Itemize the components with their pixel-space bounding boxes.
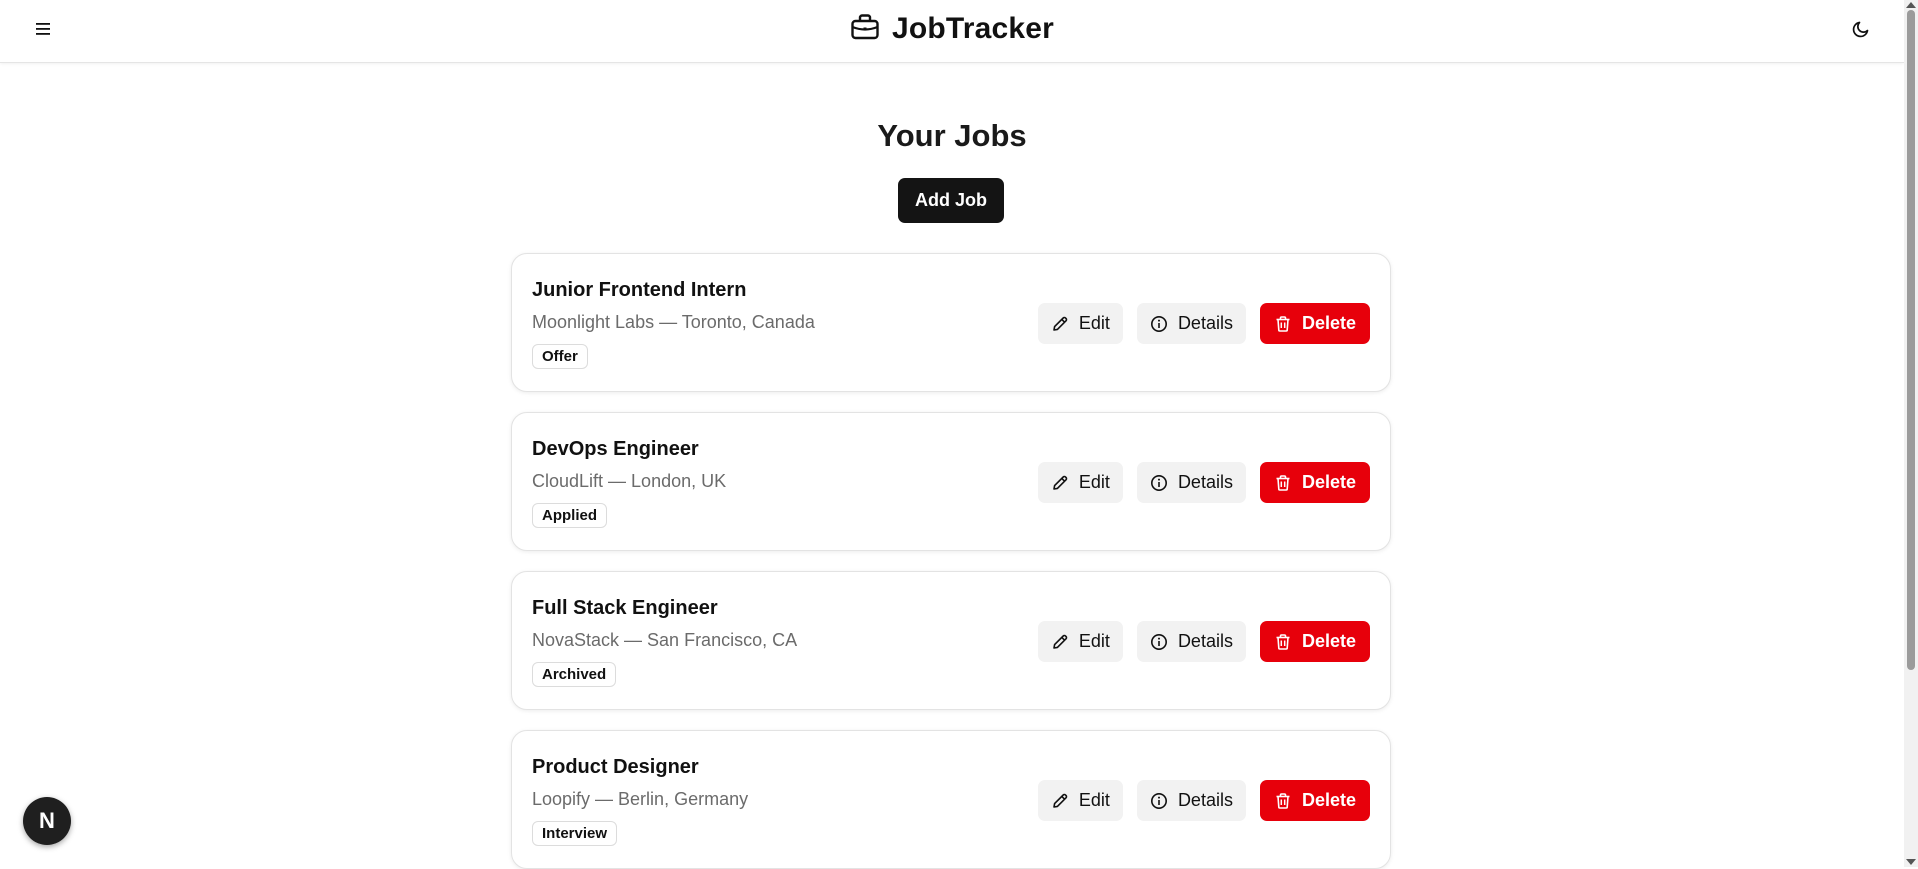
job-actions: Edit Details Delete [1037,780,1370,821]
trash-icon [1274,315,1292,333]
app-title: JobTracker [891,12,1055,45]
edit-label: Edit [1078,631,1110,651]
edit-button[interactable]: Edit [1037,462,1123,503]
details-button[interactable]: Details [1136,780,1246,821]
scrollbar-thumb[interactable] [1907,10,1915,670]
details-button[interactable]: Details [1136,303,1246,344]
delete-label: Delete [1301,631,1356,651]
top-navigation-bar: JobTracker [0,0,1904,63]
page-title: Your Jobs [877,118,1027,153]
info-icon [1150,792,1168,810]
details-label: Details [1177,631,1233,651]
scroll-up-arrow-icon[interactable] [1906,2,1916,8]
job-card: Full Stack Engineer NovaStack — San Fran… [511,571,1391,710]
details-label: Details [1177,472,1233,492]
details-label: Details [1177,313,1233,333]
job-title: DevOps Engineer [532,438,699,460]
details-label: Details [1177,790,1233,810]
details-button[interactable]: Details [1136,462,1246,503]
edit-label: Edit [1078,472,1110,492]
pencil-icon [1051,633,1069,651]
status-badge: Archived [532,662,617,687]
pencil-icon [1051,792,1069,810]
job-actions: Edit Details Delete [1037,621,1370,662]
job-card: Product Designer Loopify — Berlin, Germa… [511,730,1391,869]
job-company-location: CloudLift — London, UK [532,471,727,491]
edit-button[interactable]: Edit [1037,780,1123,821]
delete-label: Delete [1301,472,1356,492]
briefcase-icon [850,13,880,46]
job-actions: Edit Details Delete [1037,462,1370,503]
job-title: Junior Frontend Intern [532,279,747,301]
status-badge: Offer [532,344,588,369]
delete-label: Delete [1301,790,1356,810]
job-actions: Edit Details Delete [1037,303,1370,344]
delete-button[interactable]: Delete [1259,303,1370,344]
pencil-icon [1051,474,1069,492]
job-title: Product Designer [532,756,699,778]
job-company-location: NovaStack — San Francisco, CA [532,630,798,650]
delete-button[interactable]: Delete [1259,462,1370,503]
dev-badge-label: N [39,808,55,833]
add-job-button[interactable]: Add Job [898,178,1004,223]
scroll-down-arrow-icon[interactable] [1906,859,1916,865]
status-badge: Interview [532,821,618,846]
delete-button[interactable]: Delete [1259,621,1370,662]
delete-button[interactable]: Delete [1259,780,1370,821]
moon-icon [1852,20,1870,43]
details-button[interactable]: Details [1136,621,1246,662]
status-badge: Applied [532,503,607,528]
job-card: Junior Frontend Intern Moonlight Labs — … [511,253,1391,392]
edit-label: Edit [1078,790,1110,810]
trash-icon [1274,474,1292,492]
job-title: Full Stack Engineer [532,597,718,619]
edit-label: Edit [1078,313,1110,333]
job-card: DevOps Engineer CloudLift — London, UK A… [511,412,1391,551]
dev-tools-badge[interactable]: N [23,797,71,845]
pencil-icon [1051,315,1069,333]
brand[interactable]: JobTracker [0,12,1904,46]
theme-toggle-button[interactable] [1848,18,1874,44]
delete-label: Delete [1301,313,1356,333]
trash-icon [1274,633,1292,651]
trash-icon [1274,792,1292,810]
edit-button[interactable]: Edit [1037,303,1123,344]
job-company-location: Moonlight Labs — Toronto, Canada [532,312,815,332]
info-icon [1150,315,1168,333]
scrollbar[interactable] [1904,0,1918,867]
info-icon [1150,474,1168,492]
info-icon [1150,633,1168,651]
edit-button[interactable]: Edit [1037,621,1123,662]
job-company-location: Loopify — Berlin, Germany [532,789,749,809]
